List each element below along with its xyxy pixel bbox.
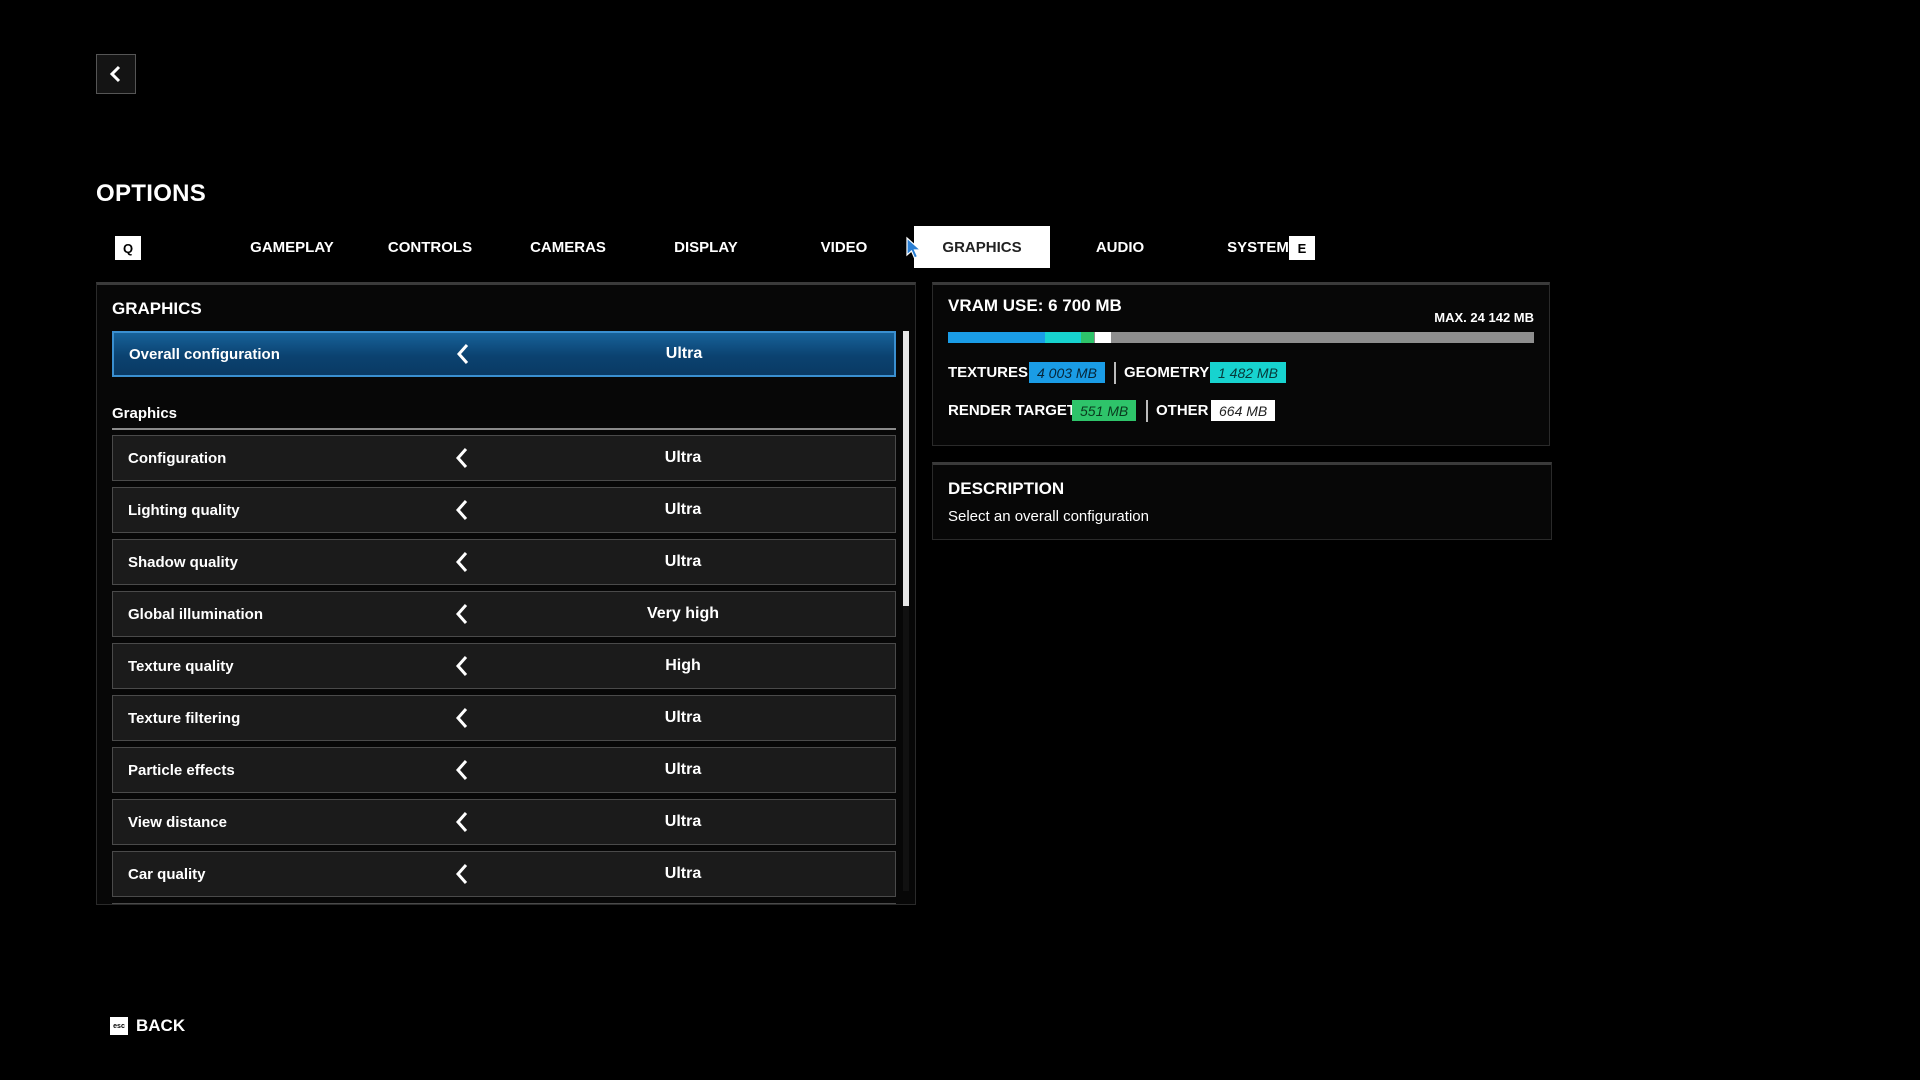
vram-segment-render-target	[1081, 332, 1095, 343]
chevron-left-icon[interactable]	[450, 748, 474, 792]
section-label: Graphics	[112, 405, 178, 422]
tab-audio[interactable]: AUDIO	[1052, 226, 1188, 268]
setting-row-particle-effects[interactable]: Particle effects Ultra	[112, 747, 896, 793]
vram-render-target-label: RENDER TARGET	[948, 402, 1077, 419]
prev-tab-key[interactable]: Q	[115, 236, 141, 260]
vram-panel: VRAM USE: 6 700 MB MAX. 24 142 MB TEXTUR…	[932, 282, 1550, 446]
esc-key-icon: esc	[110, 1017, 128, 1035]
setting-value: Ultra	[664, 761, 702, 778]
panel-heading: GRAPHICS	[112, 299, 202, 318]
vram-geometry-value: 1 482 MB	[1210, 362, 1286, 383]
setting-value: Ultra	[664, 813, 702, 830]
vram-render-target-value: 551 MB	[1072, 400, 1137, 421]
vram-textures-value: 4 003 MB	[1029, 362, 1105, 383]
chevron-left-icon[interactable]	[450, 540, 474, 584]
setting-row-global-illumination[interactable]: Global illumination Very high	[112, 591, 896, 637]
setting-label: Lighting quality	[128, 501, 240, 519]
setting-row-car-quality[interactable]: Car quality Ultra	[112, 851, 896, 897]
setting-row-view-distance[interactable]: View distance Ultra	[112, 799, 896, 845]
divider	[1114, 362, 1116, 384]
setting-value: High	[665, 657, 701, 674]
graphics-settings-panel: GRAPHICS Overall configuration Ultra Gra…	[96, 282, 916, 905]
page-title: OPTIONS	[96, 180, 207, 207]
setting-row-lighting-quality[interactable]: Lighting quality Ultra	[112, 487, 896, 533]
bottom-back-button[interactable]: esc BACK	[110, 1014, 185, 1038]
setting-label: Configuration	[128, 449, 227, 467]
vram-other-value: 664 MB	[1211, 400, 1276, 421]
vram-max-label: MAX. 24 142 MB	[1434, 310, 1534, 325]
setting-label: Texture quality	[128, 657, 234, 675]
top-back-button[interactable]	[96, 54, 136, 94]
tab-video[interactable]: VIDEO	[776, 226, 912, 268]
setting-label: Overall configuration	[129, 345, 280, 363]
back-label: BACK	[136, 1016, 186, 1035]
vram-other-label: OTHER	[1156, 402, 1209, 419]
tab-controls[interactable]: CONTROLS	[362, 226, 498, 268]
chevron-left-icon[interactable]	[450, 644, 474, 688]
setting-value: Ultra	[665, 345, 703, 362]
setting-value: Ultra	[664, 501, 702, 518]
vram-textures-label: TEXTURES	[948, 364, 1029, 381]
section-divider	[112, 428, 896, 430]
setting-value: Ultra	[664, 449, 702, 466]
setting-value: Ultra	[664, 865, 702, 882]
vram-segment-geometry	[1045, 332, 1082, 343]
setting-row-shadow-quality[interactable]: Shadow quality Ultra	[112, 539, 896, 585]
mouse-cursor-icon	[906, 236, 923, 259]
setting-label: View distance	[128, 813, 227, 831]
setting-label: Global illumination	[128, 605, 263, 623]
description-text: Select an overall configuration	[948, 508, 1149, 525]
setting-value: Very high	[646, 605, 720, 622]
description-panel: DESCRIPTION Select an overall configurat…	[932, 462, 1552, 540]
vram-segment-textures	[948, 332, 1046, 343]
next-tab-key[interactable]: E	[1289, 236, 1315, 260]
setting-value: Ultra	[664, 709, 702, 726]
chevron-left-icon[interactable]	[450, 696, 474, 740]
setting-row-partial[interactable]	[112, 903, 896, 904]
chevron-left-icon[interactable]	[450, 488, 474, 532]
tab-gameplay[interactable]: GAMEPLAY	[224, 226, 360, 268]
setting-row-configuration[interactable]: Configuration Ultra	[112, 435, 896, 481]
setting-label: Particle effects	[128, 761, 235, 779]
vram-usage-bar	[948, 332, 1534, 343]
chevron-left-icon[interactable]	[451, 333, 475, 375]
vram-segment-other	[1094, 332, 1111, 343]
setting-label: Shadow quality	[128, 553, 239, 571]
setting-row-texture-filtering[interactable]: Texture filtering Ultra	[112, 695, 896, 741]
chevron-left-icon	[109, 65, 121, 83]
divider	[1146, 400, 1148, 422]
description-title: DESCRIPTION	[948, 479, 1065, 498]
vram-use-title: VRAM USE: 6 700 MB	[948, 296, 1122, 315]
chevron-left-icon[interactable]	[450, 436, 474, 480]
tab-display[interactable]: DISPLAY	[638, 226, 774, 268]
setting-row-texture-quality[interactable]: Texture quality High	[112, 643, 896, 689]
tab-bar: Q GAMEPLAY CONTROLS CAMERAS DISPLAY VIDE…	[96, 226, 1336, 268]
chevron-left-icon[interactable]	[450, 592, 474, 636]
chevron-left-icon[interactable]	[450, 852, 474, 896]
vram-geometry-label: GEOMETRY	[1124, 364, 1210, 381]
setting-label: Texture filtering	[128, 709, 241, 727]
tab-graphics[interactable]: GRAPHICS	[914, 226, 1050, 268]
chevron-left-icon[interactable]	[450, 800, 474, 844]
tab-cameras[interactable]: CAMERAS	[500, 226, 636, 268]
setting-row-overall-configuration[interactable]: Overall configuration Ultra	[112, 331, 896, 377]
setting-label: Car quality	[128, 865, 206, 883]
setting-value: Ultra	[664, 553, 702, 570]
scrollbar-thumb[interactable]	[903, 331, 909, 606]
